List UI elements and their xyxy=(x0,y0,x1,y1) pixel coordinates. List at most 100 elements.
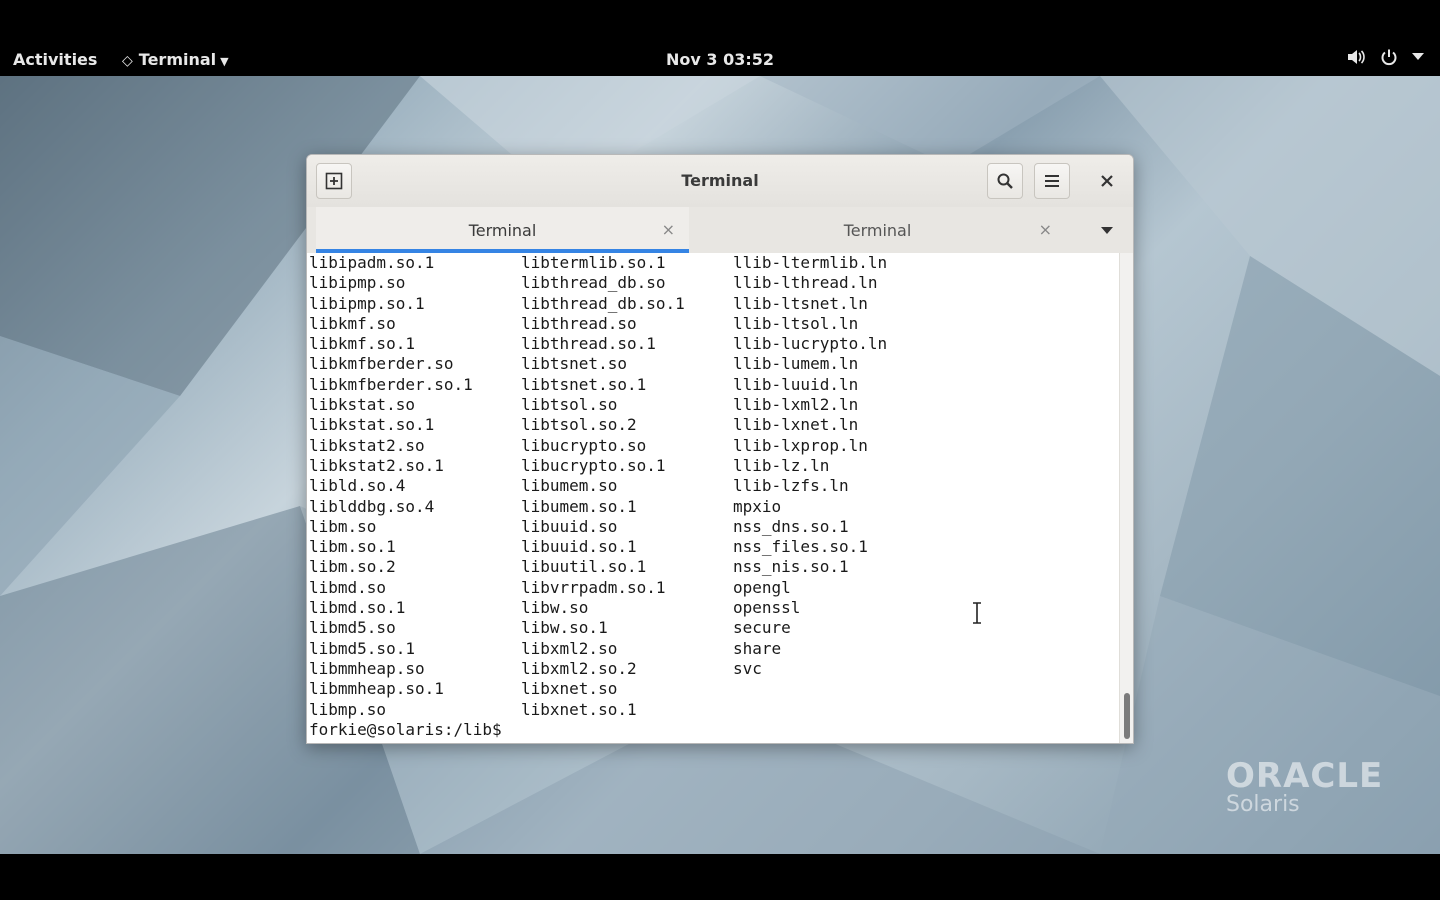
terminal-line: libthread_db.so xyxy=(521,273,666,293)
output-column-3: llib-ltermlib.ln llib-lthread.ln llib-ltsn… xyxy=(733,253,887,679)
terminal-line: libkmf.so.1 xyxy=(309,334,415,354)
terminal-line: llib-lumem.ln xyxy=(733,354,859,374)
terminal-line: llib-lxprop.ln xyxy=(733,435,868,455)
terminal-line: libld.so.4 xyxy=(309,476,406,496)
terminal-line: llib-lxnet.ln xyxy=(733,415,859,435)
terminal-line: libtsol.so xyxy=(521,395,618,415)
tab-terminal-2[interactable]: Terminal × xyxy=(689,207,1066,253)
terminal-line: nss_nis.so.1 xyxy=(733,557,849,577)
terminal-line: svc xyxy=(733,658,762,678)
tab-label: Terminal xyxy=(468,220,537,240)
close-icon xyxy=(1101,175,1113,187)
terminal-line: libxml2.so.2 xyxy=(521,658,637,678)
tab-label: Terminal xyxy=(843,220,912,240)
terminal-line: libipadm.so.1 xyxy=(309,253,435,272)
terminal-line: llib-ltsnet.ln xyxy=(733,293,868,313)
terminal-line: libw.so xyxy=(521,598,589,618)
tab-terminal-1[interactable]: Terminal × xyxy=(316,207,689,253)
bottom-bar xyxy=(0,854,1440,900)
terminal-line: libxml2.so xyxy=(521,638,618,658)
terminal-line: nss_dns.so.1 xyxy=(733,516,849,536)
search-button[interactable] xyxy=(987,163,1023,199)
tab-list-button[interactable] xyxy=(1097,221,1117,241)
terminal-line: libw.so.1 xyxy=(521,618,608,638)
terminal-line: libuuid.so xyxy=(521,516,618,536)
terminal-line: libmp.so xyxy=(309,699,387,719)
terminal-line: libipmp.so xyxy=(309,273,406,293)
window-close-button[interactable] xyxy=(1089,163,1125,199)
terminal-line: mpxio xyxy=(733,496,782,516)
terminal-line: libxnet.so xyxy=(521,679,618,699)
terminal-line: llib-ltermlib.ln xyxy=(733,253,888,272)
terminal-line: libmd.so.1 xyxy=(309,598,406,618)
output-column-1: libipadm.so.1 libipmp.so libipmp.so.1 libkm… xyxy=(309,253,473,720)
terminal-line: libumem.so xyxy=(521,476,618,496)
terminal-line: libmmheap.so xyxy=(309,658,425,678)
terminal-line: liblddbg.so.4 xyxy=(309,496,435,516)
terminal-line: libucrypto.so xyxy=(521,435,647,455)
terminal-line: llib-lxml2.ln xyxy=(733,395,859,415)
system-tray[interactable] xyxy=(1346,48,1424,66)
output-column-2: libtermlib.so.1 libthread_db.so libthread_… xyxy=(521,253,685,720)
terminal-line: libmmheap.so.1 xyxy=(309,679,444,699)
terminal-line: libmd5.so xyxy=(309,618,396,638)
terminal-line: libkstat2.so.1 xyxy=(309,455,444,475)
tray-menu-caret-icon[interactable] xyxy=(1412,53,1424,61)
terminal-line: libumem.so.1 xyxy=(521,496,637,516)
terminal-line: libkmfberder.so.1 xyxy=(309,374,473,394)
close-icon[interactable]: × xyxy=(1039,220,1052,239)
terminal-line: libmd5.so.1 xyxy=(309,638,415,658)
terminal-output[interactable]: libipadm.so.1 libipmp.so libipmp.so.1 libkm… xyxy=(307,253,1119,743)
terminal-line: libtermlib.so.1 xyxy=(521,253,666,272)
terminal-scrollbar[interactable] xyxy=(1119,253,1133,743)
scrollbar-thumb[interactable] xyxy=(1124,693,1130,739)
terminal-line: libtsnet.so xyxy=(521,354,627,374)
terminal-line: libthread_db.so.1 xyxy=(521,293,685,313)
terminal-line: libm.so.2 xyxy=(309,557,396,577)
terminal-line: llib-lucrypto.ln xyxy=(733,334,888,354)
terminal-line: libtsol.so.2 xyxy=(521,415,637,435)
top-bar: Activities ◇ Terminal ▼ Nov 3 03:52 xyxy=(0,0,1440,76)
terminal-line: share xyxy=(733,638,782,658)
terminal-line: llib-luuid.ln xyxy=(733,374,859,394)
close-icon[interactable]: × xyxy=(662,220,675,239)
terminal-line: nss_files.so.1 xyxy=(733,537,868,557)
main-menu-button[interactable] xyxy=(1034,163,1070,199)
terminal-line: libtsnet.so.1 xyxy=(521,374,647,394)
header-bar[interactable]: Terminal xyxy=(307,155,1133,208)
terminal-window[interactable]: Terminal Terminal × Terminal × libipadm.… xyxy=(306,154,1134,744)
terminal-line: llib-ltsol.ln xyxy=(733,313,859,333)
tab-bar: Terminal × Terminal × xyxy=(307,207,1133,254)
terminal-line: libucrypto.so.1 xyxy=(521,455,666,475)
oracle-solaris-logo: ORACLE Solaris xyxy=(1226,756,1383,817)
terminal-line: libthread.so xyxy=(521,313,637,333)
terminal-line: libkmfberder.so xyxy=(309,354,454,374)
terminal-line: libmd.so xyxy=(309,577,387,597)
terminal-line: libxnet.so.1 xyxy=(521,699,637,719)
tab-list-caret-icon xyxy=(1101,227,1113,234)
terminal-line: libkstat2.so xyxy=(309,435,425,455)
hamburger-menu-icon xyxy=(1045,175,1059,187)
shell-prompt: forkie@solaris:/lib$ xyxy=(309,720,502,739)
volume-icon[interactable] xyxy=(1346,48,1366,66)
terminal-line: libm.so xyxy=(309,516,377,536)
terminal-line: opengl xyxy=(733,577,791,597)
text-cursor-icon xyxy=(973,602,981,624)
terminal-line: libkstat.so xyxy=(309,395,415,415)
terminal-line: libkstat.so.1 xyxy=(309,415,435,435)
terminal-line: libthread.so.1 xyxy=(521,334,656,354)
terminal-line: libkmf.so xyxy=(309,313,396,333)
terminal-line: libuuid.so.1 xyxy=(521,537,637,557)
terminal-line: secure xyxy=(733,618,791,638)
terminal-line: llib-lz.ln xyxy=(733,455,830,475)
search-icon xyxy=(997,173,1013,189)
terminal-line: llib-lzfs.ln xyxy=(733,476,849,496)
terminal-line: libm.so.1 xyxy=(309,537,396,557)
power-icon[interactable] xyxy=(1380,48,1398,66)
terminal-line: libipmp.so.1 xyxy=(309,293,425,313)
terminal-line: openssl xyxy=(733,598,801,618)
terminal-line: libvrrpadm.so.1 xyxy=(521,577,666,597)
logo-line1: ORACLE xyxy=(1226,756,1384,796)
terminal-line: libuutil.so.1 xyxy=(521,557,647,577)
clock[interactable]: Nov 3 03:52 xyxy=(0,50,1440,69)
